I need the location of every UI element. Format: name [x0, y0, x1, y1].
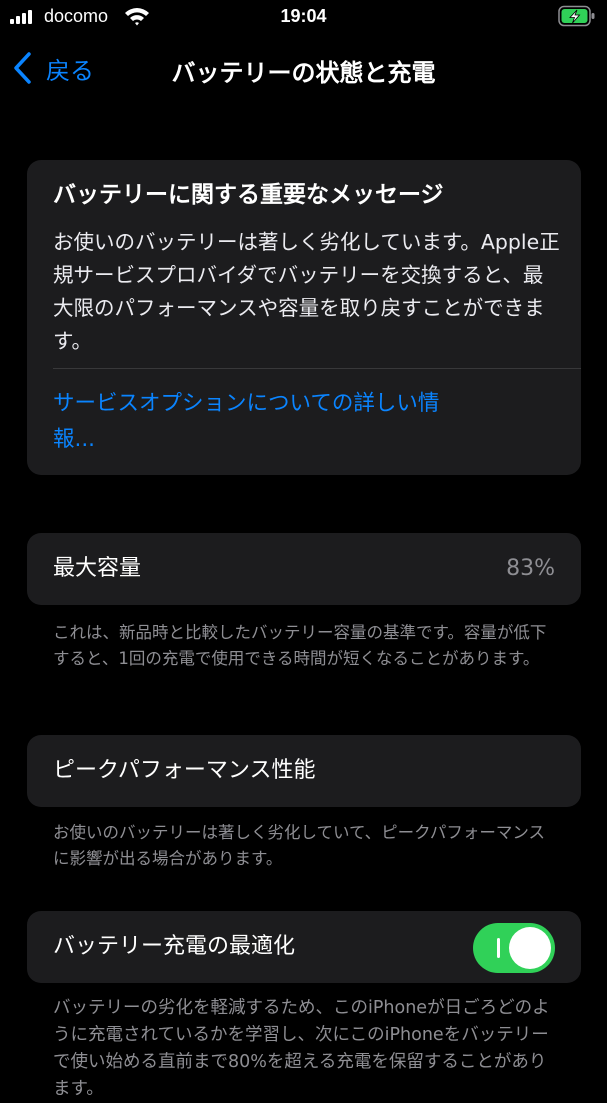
max-capacity-footnote: これは、新品時と比較したバッテリー容量の基準です。容量が低下すると、1回の充電で…	[53, 623, 547, 668]
page-title: バッテリーの状態と充電	[171, 59, 436, 87]
message-divider	[53, 368, 581, 369]
navigation-bar: 戻る バッテリーの状態と充電	[0, 40, 607, 96]
optimized-charging-row: バッテリー充電の最適化	[27, 911, 581, 983]
status-bar: docomo 19:04	[0, 0, 607, 34]
important-message-card: バッテリーに関する重要なメッセージ お使いのバッテリーは著しく劣化しています。A…	[27, 160, 581, 475]
optimized-charging-toggle[interactable]	[473, 923, 555, 973]
max-capacity-value: 83%	[506, 556, 555, 581]
max-capacity-label: 最大容量	[53, 556, 142, 581]
peak-performance-label: ピークパフォーマンス性能	[53, 758, 316, 783]
battery-charging-icon	[558, 5, 595, 27]
max-capacity-row: 最大容量 83%	[27, 533, 581, 605]
message-title: バッテリーに関する重要なメッセージ	[53, 182, 444, 208]
optimized-charging-label: バッテリー充電の最適化	[53, 934, 296, 959]
service-options-link[interactable]: サービスオプションについての詳しい情報...	[53, 386, 473, 458]
toggle-knob	[509, 927, 551, 969]
message-body: お使いのバッテリーは著しく劣化しています。Apple正規サービスプロバイダでバッ…	[53, 230, 560, 353]
peak-performance-row: ピークパフォーマンス性能	[27, 735, 581, 807]
toggle-on-mark	[497, 938, 500, 958]
status-time: 19:04	[280, 6, 327, 26]
optimized-charging-footnote: バッテリーの劣化を軽減するため、このiPhoneが日ごろどのように充電されている…	[53, 998, 550, 1099]
peak-performance-footnote: お使いのバッテリーは著しく劣化していて、ピークパフォーマンスに影響が出る場合があ…	[53, 823, 546, 868]
